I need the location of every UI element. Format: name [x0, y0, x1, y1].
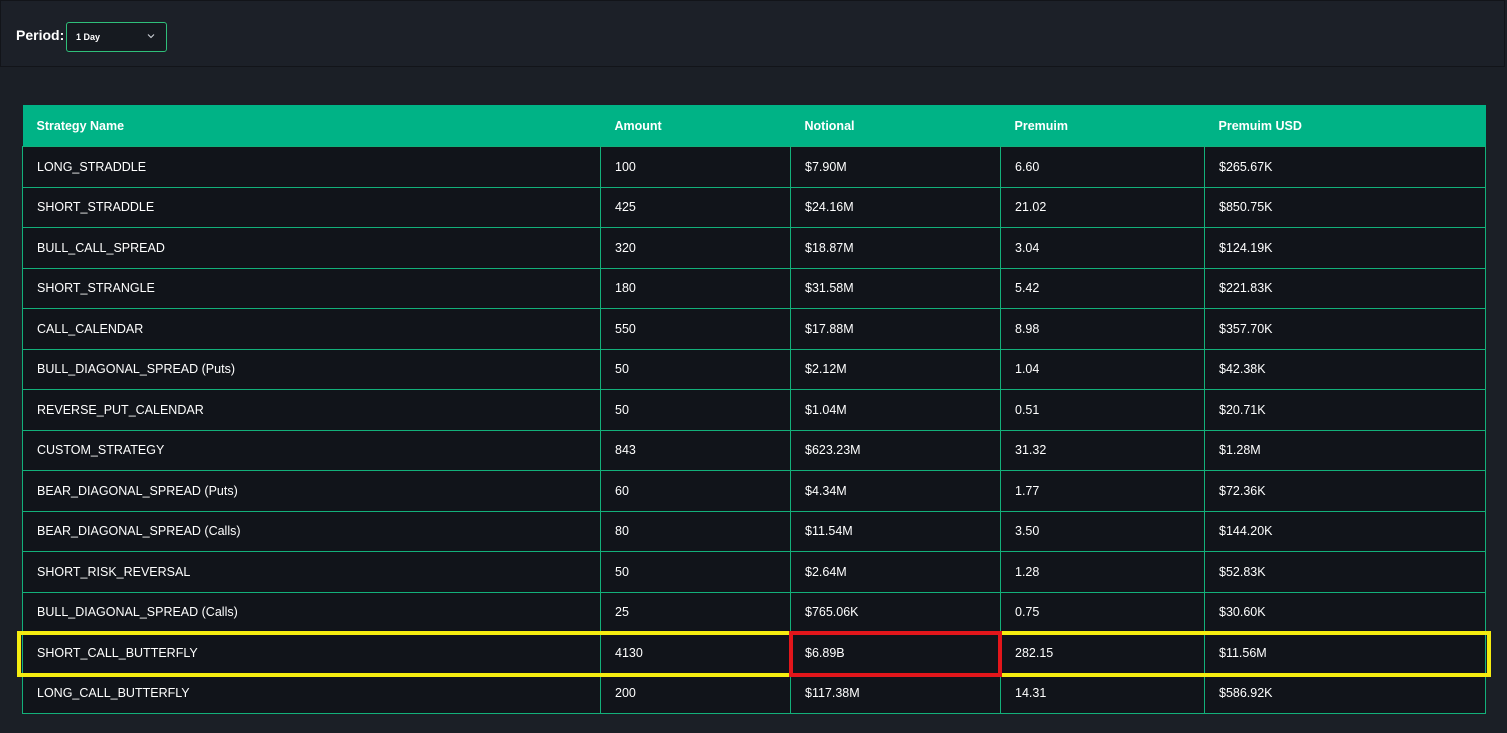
table-row[interactable]: BEAR_DIAGONAL_SPREAD (Puts) 60 $4.34M 1.77 $… [22, 470, 1486, 512]
cell-amount: 320 [600, 227, 791, 269]
table-header: Strategy Name Amount Notional Premuim Premui… [22, 105, 1486, 147]
cell-amount: 180 [600, 267, 791, 309]
cell-premium: 0.75 [1000, 591, 1205, 633]
cell-strategy-name: CUSTOM_STRATEGY [22, 429, 601, 471]
table-row[interactable]: LONG_CALL_BUTTERFLY 200 $117.38M 14.31 $586.… [22, 672, 1486, 714]
cell-premium: 6.60 [1000, 146, 1205, 188]
cell-notional: $1.04M [790, 389, 1001, 431]
cell-strategy-name: BULL_DIAGONAL_SPREAD (Calls) [22, 591, 601, 633]
cell-notional: $31.58M [790, 267, 1001, 309]
table-row[interactable]: CALL_CALENDAR 550 $17.88M 8.98 $357.70K [22, 308, 1486, 350]
cell-premium-usd: $20.71K [1204, 389, 1486, 431]
cell-premium: 21.02 [1000, 186, 1205, 228]
main-content: Strategy Name Amount Notional Premuim Premui… [0, 68, 1507, 733]
table-row[interactable]: BEAR_DIAGONAL_SPREAD (Calls) 80 $11.54M 3.5… [22, 510, 1486, 552]
cell-premium: 14.31 [1000, 672, 1205, 714]
cell-amount: 50 [600, 389, 791, 431]
cell-premium: 1.04 [1000, 348, 1205, 390]
cell-premium: 0.51 [1000, 389, 1205, 431]
cell-amount: 60 [600, 470, 791, 512]
table-row[interactable]: SHORT_STRADDLE 425 $24.16M 21.02 $850.75K [22, 186, 1486, 228]
table-row[interactable]: SHORT_CALL_BUTTERFLY 4130 $6.89B 282.15 $11.… [22, 632, 1486, 674]
cell-premium-usd: $357.70K [1204, 308, 1486, 350]
cell-premium: 282.15 [1000, 632, 1205, 674]
cell-amount: 80 [600, 510, 791, 552]
table-body: LONG_STRADDLE 100 $7.90M 6.60 $265.67K SHORT_… [22, 146, 1486, 714]
cell-notional: $117.38M [790, 672, 1001, 714]
cell-notional: $18.87M [790, 227, 1001, 269]
cell-amount: 4130 [600, 632, 791, 674]
cell-notional: $623.23M [790, 429, 1001, 471]
cell-premium-usd: $850.75K [1204, 186, 1486, 228]
cell-strategy-name: CALL_CALENDAR [22, 308, 601, 350]
cell-amount: 50 [600, 551, 791, 593]
cell-strategy-name: BEAR_DIAGONAL_SPREAD (Puts) [22, 470, 601, 512]
cell-amount: 550 [600, 308, 791, 350]
column-header-strategy-name[interactable]: Strategy Name [22, 105, 601, 147]
column-header-notional[interactable]: Notional [790, 105, 1001, 147]
cell-premium-usd: $42.38K [1204, 348, 1486, 390]
table-row[interactable]: BULL_DIAGONAL_SPREAD (Calls) 25 $765.06K 0.… [22, 591, 1486, 633]
cell-premium-usd: $30.60K [1204, 591, 1486, 633]
period-select[interactable]: 1 Day [66, 22, 167, 52]
table-row[interactable]: CUSTOM_STRATEGY 843 $623.23M 31.32 $1.28M [22, 429, 1486, 471]
table-row[interactable]: BULL_CALL_SPREAD 320 $18.87M 3.04 $124.19K [22, 227, 1486, 269]
cell-premium: 5.42 [1000, 267, 1205, 309]
cell-premium: 1.77 [1000, 470, 1205, 512]
cell-notional: $11.54M [790, 510, 1001, 552]
cell-premium: 3.50 [1000, 510, 1205, 552]
period-selected-value: 1 Day [76, 32, 101, 42]
table-row[interactable]: REVERSE_PUT_CALENDAR 50 $1.04M 0.51 $20.71K [22, 389, 1486, 431]
column-header-premium[interactable]: Premuim [1000, 105, 1205, 147]
table-row[interactable]: SHORT_RISK_REVERSAL 50 $2.64M 1.28 $52.83K [22, 551, 1486, 593]
table-row[interactable]: BULL_DIAGONAL_SPREAD (Puts) 50 $2.12M 1.04 $… [22, 348, 1486, 390]
cell-strategy-name: REVERSE_PUT_CALENDAR [22, 389, 601, 431]
cell-premium-usd: $11.56M [1204, 632, 1486, 674]
cell-amount: 25 [600, 591, 791, 633]
cell-premium-usd: $265.67K [1204, 146, 1486, 188]
cell-strategy-name: LONG_CALL_BUTTERFLY [22, 672, 601, 714]
cell-premium-usd: $586.92K [1204, 672, 1486, 714]
cell-amount: 200 [600, 672, 791, 714]
cell-strategy-name: SHORT_STRANGLE [22, 267, 601, 309]
cell-notional: $17.88M [790, 308, 1001, 350]
cell-strategy-name: SHORT_STRADDLE [22, 186, 601, 228]
table-header-row: Strategy Name Amount Notional Premuim Premui… [22, 105, 1486, 147]
cell-strategy-name: LONG_STRADDLE [22, 146, 601, 188]
cell-premium-usd: $52.83K [1204, 551, 1486, 593]
cell-notional: $2.64M [790, 551, 1001, 593]
period-label: Period: [16, 27, 65, 43]
table-row[interactable]: LONG_STRADDLE 100 $7.90M 6.60 $265.67K [22, 146, 1486, 188]
chevron-down-icon [147, 34, 155, 39]
cell-premium-usd: $124.19K [1204, 227, 1486, 269]
cell-strategy-name: BULL_DIAGONAL_SPREAD (Puts) [22, 348, 601, 390]
cell-notional: $4.34M [790, 470, 1001, 512]
strategy-table: Strategy Name Amount Notional Premuim Premui… [22, 105, 1486, 714]
cell-notional: $6.89B [790, 632, 1001, 674]
cell-strategy-name: BULL_CALL_SPREAD [22, 227, 601, 269]
cell-strategy-name: SHORT_CALL_BUTTERFLY [22, 632, 601, 674]
cell-premium-usd: $1.28M [1204, 429, 1486, 471]
cell-amount: 50 [600, 348, 791, 390]
cell-notional: $2.12M [790, 348, 1001, 390]
cell-amount: 425 [600, 186, 791, 228]
cell-premium-usd: $144.20K [1204, 510, 1486, 552]
cell-premium: 1.28 [1000, 551, 1205, 593]
filter-bar: Period: 1 Day [0, 0, 1505, 67]
cell-notional: $24.16M [790, 186, 1001, 228]
cell-premium: 31.32 [1000, 429, 1205, 471]
cell-premium-usd: $221.83K [1204, 267, 1486, 309]
cell-notional: $765.06K [790, 591, 1001, 633]
cell-amount: 100 [600, 146, 791, 188]
table-row[interactable]: SHORT_STRANGLE 180 $31.58M 5.42 $221.83K [22, 267, 1486, 309]
cell-premium: 3.04 [1000, 227, 1205, 269]
cell-amount: 843 [600, 429, 791, 471]
cell-strategy-name: BEAR_DIAGONAL_SPREAD (Calls) [22, 510, 601, 552]
cell-premium: 8.98 [1000, 308, 1205, 350]
cell-notional: $7.90M [790, 146, 1001, 188]
cell-premium-usd: $72.36K [1204, 470, 1486, 512]
cell-strategy-name: SHORT_RISK_REVERSAL [22, 551, 601, 593]
column-header-premium-usd[interactable]: Premuim USD [1204, 105, 1486, 147]
column-header-amount[interactable]: Amount [600, 105, 791, 147]
